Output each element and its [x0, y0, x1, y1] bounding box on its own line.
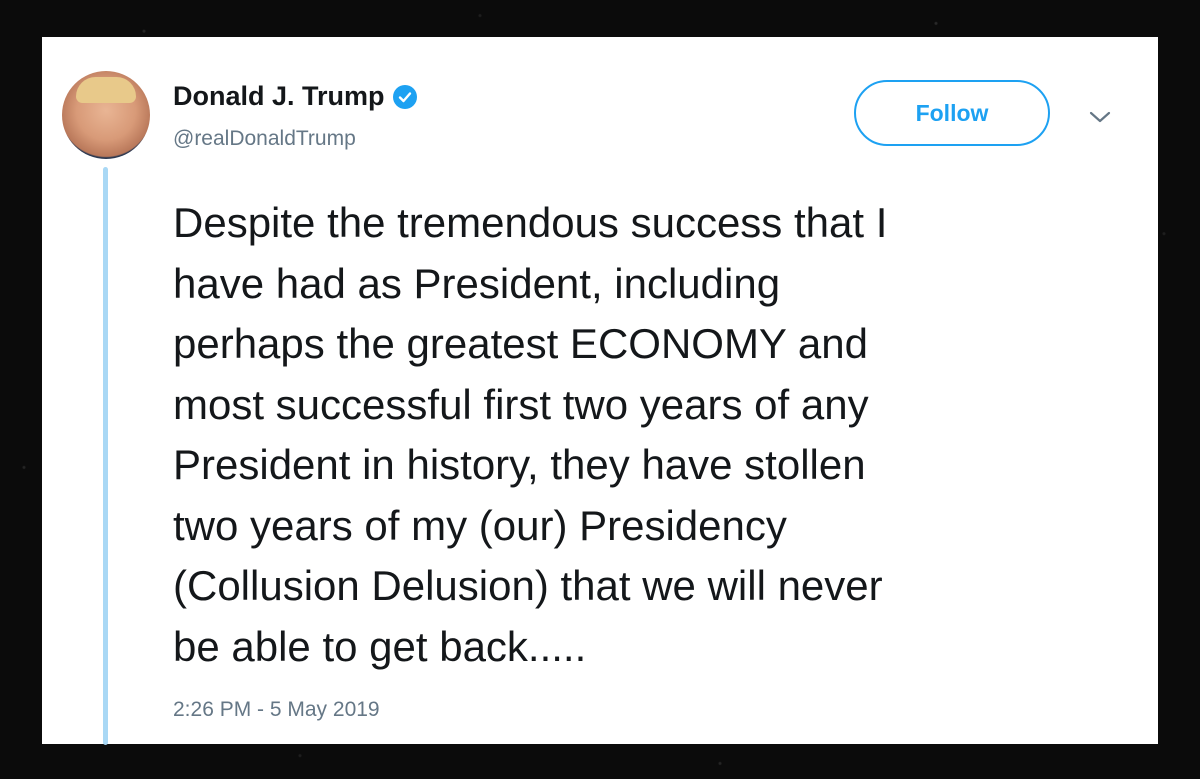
follow-button[interactable]: Follow: [854, 80, 1050, 146]
author-name[interactable]: Donald J. Trump: [173, 81, 385, 112]
chevron-down-icon[interactable]: [1085, 107, 1115, 127]
author-handle[interactable]: @realDonaldTrump: [173, 127, 356, 151]
avatar[interactable]: [62, 71, 150, 159]
tweet-card: Donald J. Trump @realDonaldTrump Follow …: [42, 37, 1158, 745]
author-name-row[interactable]: Donald J. Trump: [173, 81, 417, 112]
tweet-timestamp[interactable]: 2:26 PM - 5 May 2019: [173, 698, 380, 722]
avatar-hair: [76, 77, 136, 103]
verified-badge-icon: [392, 84, 417, 109]
tweet-text: Despite the tremendous success that I ha…: [173, 199, 888, 670]
thread-line: [103, 167, 108, 745]
